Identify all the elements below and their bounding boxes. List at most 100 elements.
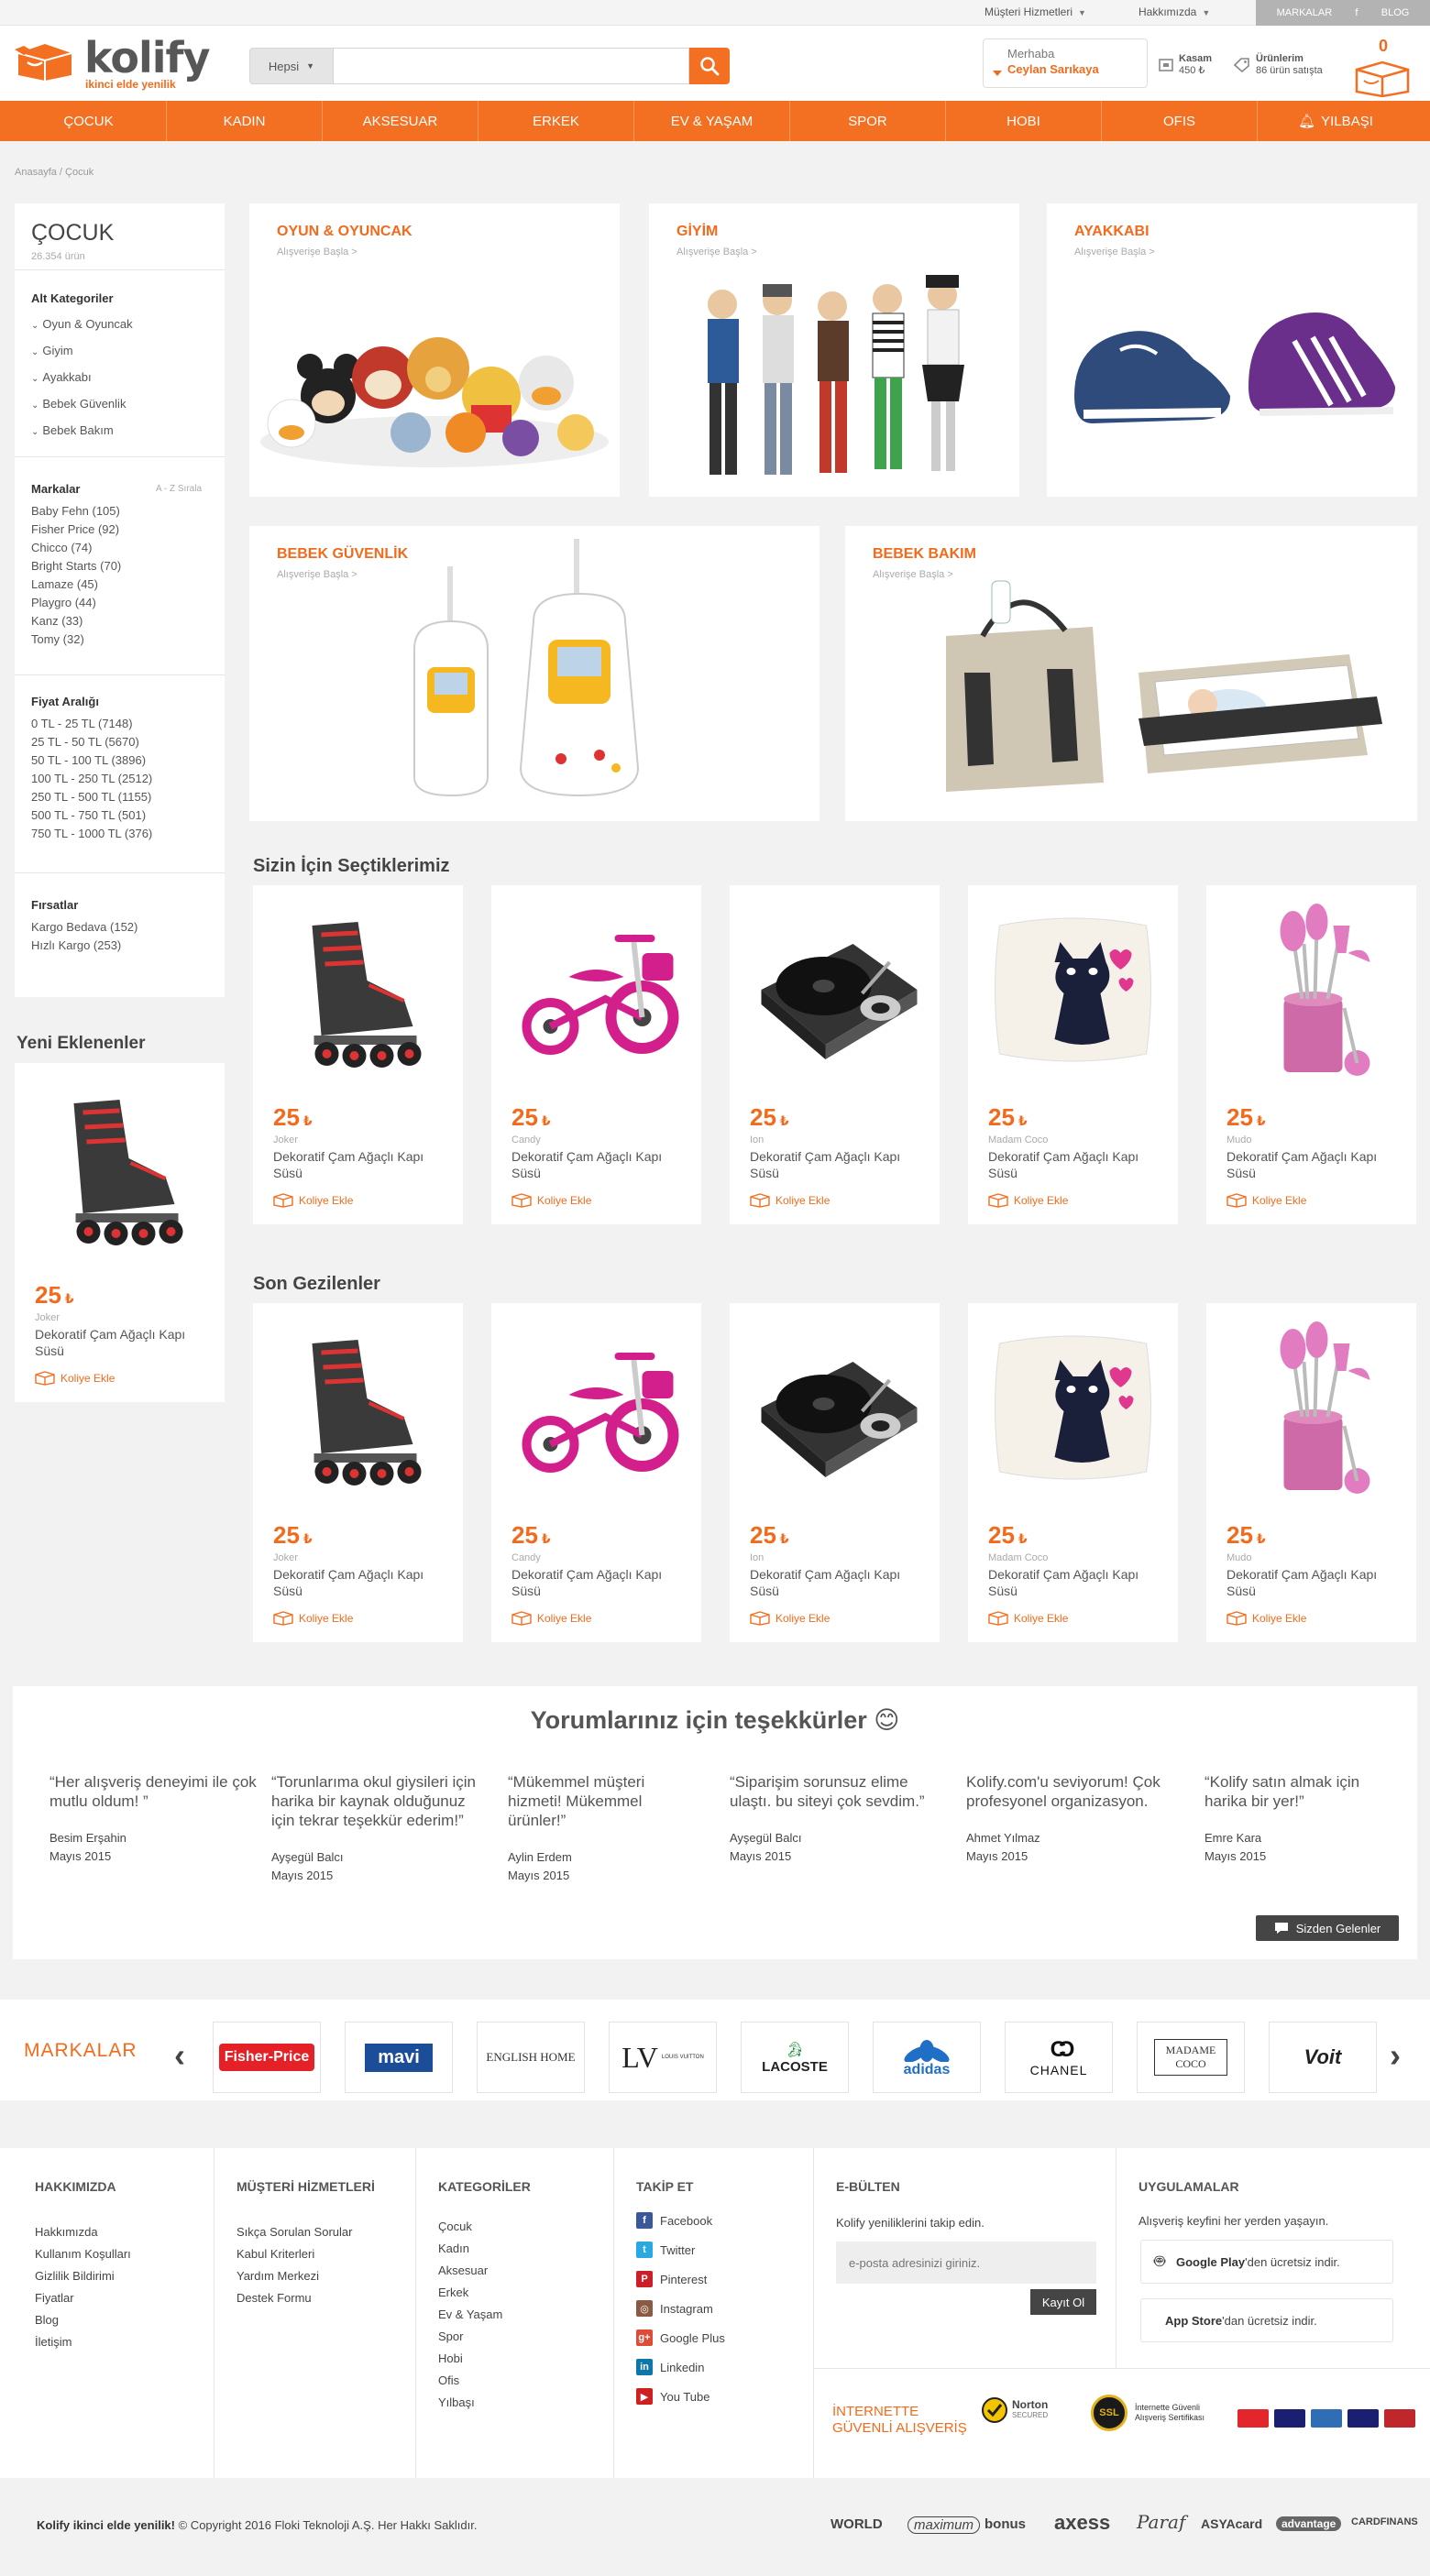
footer-link[interactable]: Aksesuar bbox=[438, 2260, 502, 2282]
product-card[interactable]: 25 ₺ Ion Dekoratif Çam Ağaçlı Kapı Süsü Koli… bbox=[730, 1303, 940, 1642]
footer-link[interactable]: Ev & Yaşam bbox=[438, 2304, 502, 2326]
blog-link[interactable]: BLOG bbox=[1381, 7, 1410, 18]
subcat-item[interactable]: ⌄ Bebek Bakım bbox=[31, 418, 133, 444]
price-filter[interactable]: 500 TL - 750 TL (501) bbox=[31, 806, 152, 825]
brand-logo-chanel[interactable]: CƆ CHANEL bbox=[1005, 2022, 1113, 2093]
product-name[interactable]: Dekoratif Çam Ağaçlı Kapı Süsü bbox=[750, 1148, 924, 1181]
nav-ofis[interactable]: OFIS bbox=[1102, 101, 1258, 141]
reviews-more-button[interactable]: Sizden Gelenler bbox=[1256, 1915, 1399, 1941]
footer-link[interactable]: Blog bbox=[35, 2309, 131, 2331]
chevron-right-icon[interactable]: › bbox=[1390, 2036, 1401, 2075]
footer-link[interactable]: Hobi bbox=[438, 2348, 502, 2370]
brand-filter[interactable]: Baby Fehn (105) bbox=[31, 502, 121, 521]
products-stat[interactable]: Ürünlerim 86 ürün satışta bbox=[1234, 53, 1323, 77]
brand-filter[interactable]: Chicco (74) bbox=[31, 539, 121, 557]
footer-link[interactable]: Gizlilik Bildirimi bbox=[35, 2265, 131, 2287]
product-name[interactable]: Dekoratif Çam Ağaçlı Kapı Süsü bbox=[988, 1566, 1162, 1599]
footer-link[interactable]: Sıkça Sorulan Sorular bbox=[236, 2221, 352, 2243]
product-card[interactable]: 25 ₺ Madam Coco Dekoratif Çam Ağaçlı Kapı S… bbox=[968, 885, 1178, 1224]
footer-link[interactable]: Çocuk bbox=[438, 2216, 502, 2238]
add-to-box-button[interactable]: Koliye Ekle bbox=[750, 1193, 830, 1208]
product-card[interactable]: 25 ₺ Candy Dekoratif Çam Ağaçlı Kapı Süsü Ko… bbox=[491, 1303, 701, 1642]
footer-link[interactable]: Yardım Merkezi bbox=[236, 2265, 352, 2287]
tile-oyun-oyuncak[interactable]: OYUN & OYUNCAK Alışverişe Başla > bbox=[249, 203, 620, 497]
breadcrumb[interactable]: Anasayfa / Çocuk bbox=[15, 167, 94, 178]
footer-link[interactable]: Erkek bbox=[438, 2282, 502, 2304]
user-account-box[interactable]: Merhaba Ceylan Sarıkaya bbox=[983, 38, 1148, 88]
ssl-badge[interactable]: SSL İnternette Güvenli Alışveriş Sertifi… bbox=[1091, 2395, 1216, 2431]
product-name[interactable]: Dekoratif Çam Ağaçlı Kapı Süsü bbox=[1226, 1148, 1401, 1181]
product-name[interactable]: Dekoratif Çam Ağaçlı Kapı Süsü bbox=[273, 1566, 447, 1599]
product-name[interactable]: Dekoratif Çam Ağaçlı Kapı Süsü bbox=[512, 1148, 686, 1181]
brand-filter[interactable]: Fisher Price (92) bbox=[31, 521, 121, 539]
footer-link[interactable]: Yılbaşı bbox=[438, 2392, 502, 2414]
add-to-box-button[interactable]: Koliye Ekle bbox=[750, 1611, 830, 1626]
chevron-left-icon[interactable]: ‹ bbox=[174, 2036, 185, 2075]
brand-filter[interactable]: Playgro (44) bbox=[31, 594, 121, 612]
brand-filter[interactable]: Kanz (33) bbox=[31, 612, 121, 630]
newsletter-submit-button[interactable]: Kayıt Ol bbox=[1030, 2289, 1096, 2315]
logo-box-icon[interactable] bbox=[15, 40, 75, 82]
norton-badge[interactable]: Norton SECURED bbox=[981, 2396, 1048, 2424]
brand-filter[interactable]: Bright Starts (70) bbox=[31, 557, 121, 575]
footer-link[interactable]: Hakkımızda bbox=[35, 2221, 131, 2243]
newsletter-email-input[interactable] bbox=[836, 2242, 1096, 2284]
brand-filter[interactable]: Tomy (32) bbox=[31, 630, 121, 649]
brand-logo-voit[interactable]: Voit bbox=[1269, 2022, 1377, 2093]
footer-link[interactable]: Kadın bbox=[438, 2238, 502, 2260]
social-instagram[interactable]: ◎ Instagram bbox=[636, 2300, 713, 2317]
product-card[interactable]: 25 ₺ Ion Dekoratif Çam Ağaçlı Kapı Süsü Koli… bbox=[730, 885, 940, 1224]
product-card[interactable]: 25 ₺ Mudo Dekoratif Çam Ağaçlı Kapı Süsü Kol… bbox=[1206, 885, 1416, 1224]
brand-logo-english-home[interactable]: ENGLISH HOME bbox=[477, 2022, 585, 2093]
tile-link[interactable]: Alışverişe Başla > bbox=[277, 569, 358, 580]
add-to-box-button[interactable]: Koliye Ekle bbox=[35, 1371, 115, 1386]
subcat-item[interactable]: ⌄ Ayakkabı bbox=[31, 365, 133, 391]
add-to-box-button[interactable]: Koliye Ekle bbox=[1226, 1611, 1306, 1626]
brand-logo-adidas[interactable]: adidas bbox=[873, 2022, 981, 2093]
add-to-box-button[interactable]: Koliye Ekle bbox=[512, 1193, 591, 1208]
social-linkedin[interactable]: in Linkedin bbox=[636, 2359, 704, 2375]
social-facebook[interactable]: f Facebook bbox=[636, 2212, 712, 2229]
subcat-item[interactable]: ⌄ Giyim bbox=[31, 338, 133, 365]
nav-cocuk[interactable]: ÇOCUK bbox=[11, 101, 167, 141]
product-name[interactable]: Dekoratif Çam Ağaçlı Kapı Süsü bbox=[988, 1148, 1162, 1181]
deal-filter[interactable]: Hızlı Kargo (253) bbox=[31, 937, 138, 955]
tile-giyim[interactable]: GİYİM Alışverişe Başla > bbox=[649, 203, 1019, 497]
brand-filter[interactable]: Lamaze (45) bbox=[31, 575, 121, 594]
footer-link[interactable]: Fiyatlar bbox=[35, 2287, 131, 2309]
search-button[interactable] bbox=[689, 48, 730, 84]
footer-link[interactable]: Kullanım Koşulları bbox=[35, 2243, 131, 2265]
brand-logo-lacoste[interactable]: 🐊︎ LACOSTE bbox=[741, 2022, 849, 2093]
brands-link[interactable]: MARKALAR bbox=[1277, 7, 1333, 18]
tile-link[interactable]: Alışverişe Başla > bbox=[1074, 247, 1155, 258]
add-to-box-button[interactable]: Koliye Ekle bbox=[512, 1611, 591, 1626]
nav-aksesuar[interactable]: AKSESUAR bbox=[323, 101, 478, 141]
tile-bebek-bakim[interactable]: BEBEK BAKIM Alışverişe Başla > bbox=[845, 526, 1417, 821]
price-filter[interactable]: 250 TL - 500 TL (1155) bbox=[31, 788, 152, 806]
nav-erkek[interactable]: ERKEK bbox=[478, 101, 634, 141]
product-name[interactable]: Dekoratif Çam Ağaçlı Kapı Süsü bbox=[750, 1566, 924, 1599]
app-store-button[interactable]: App Store'dan ücretsiz indir. bbox=[1140, 2298, 1393, 2342]
add-to-box-button[interactable]: Koliye Ekle bbox=[988, 1611, 1068, 1626]
price-filter[interactable]: 100 TL - 250 TL (2512) bbox=[31, 770, 152, 788]
product-card[interactable]: 25 ₺ Joker Dekoratif Çam Ağaçlı Kapı Süsü Ko… bbox=[253, 885, 463, 1224]
brands-sort-link[interactable]: A - Z Sırala bbox=[156, 484, 202, 494]
about-menu[interactable]: Hakkımızda ▼ bbox=[1138, 5, 1210, 18]
add-to-box-button[interactable]: Koliye Ekle bbox=[988, 1193, 1068, 1208]
tile-ayakkabi[interactable]: AYAKKABI Alışverişe Başla > bbox=[1047, 203, 1417, 497]
product-name[interactable]: Dekoratif Çam Ağaçlı Kapı Süsü bbox=[1226, 1566, 1401, 1599]
social-youtube[interactable]: ▶ You Tube bbox=[636, 2388, 710, 2405]
nav-ev-yasam[interactable]: EV & YAŞAM bbox=[634, 101, 790, 141]
subcat-item[interactable]: ⌄ Oyun & Oyuncak bbox=[31, 312, 133, 338]
deal-filter[interactable]: Kargo Bedava (152) bbox=[31, 918, 138, 937]
search-input[interactable] bbox=[334, 48, 689, 84]
footer-link[interactable]: Kabul Kriterleri bbox=[236, 2243, 352, 2265]
price-filter[interactable]: 750 TL - 1000 TL (376) bbox=[31, 825, 152, 843]
subcat-item[interactable]: ⌄ Bebek Güvenlik bbox=[31, 391, 133, 418]
add-to-box-button[interactable]: Koliye Ekle bbox=[273, 1611, 353, 1626]
product-card[interactable]: 25 ₺ Candy Dekoratif Çam Ağaçlı Kapı Süsü Ko… bbox=[491, 885, 701, 1224]
price-filter[interactable]: 25 TL - 50 TL (5670) bbox=[31, 733, 152, 751]
nav-yilbasi[interactable]: 🔔︎ YILBAŞI bbox=[1258, 101, 1414, 141]
add-to-box-button[interactable]: Koliye Ekle bbox=[1226, 1193, 1306, 1208]
footer-link[interactable]: Spor bbox=[438, 2326, 502, 2348]
